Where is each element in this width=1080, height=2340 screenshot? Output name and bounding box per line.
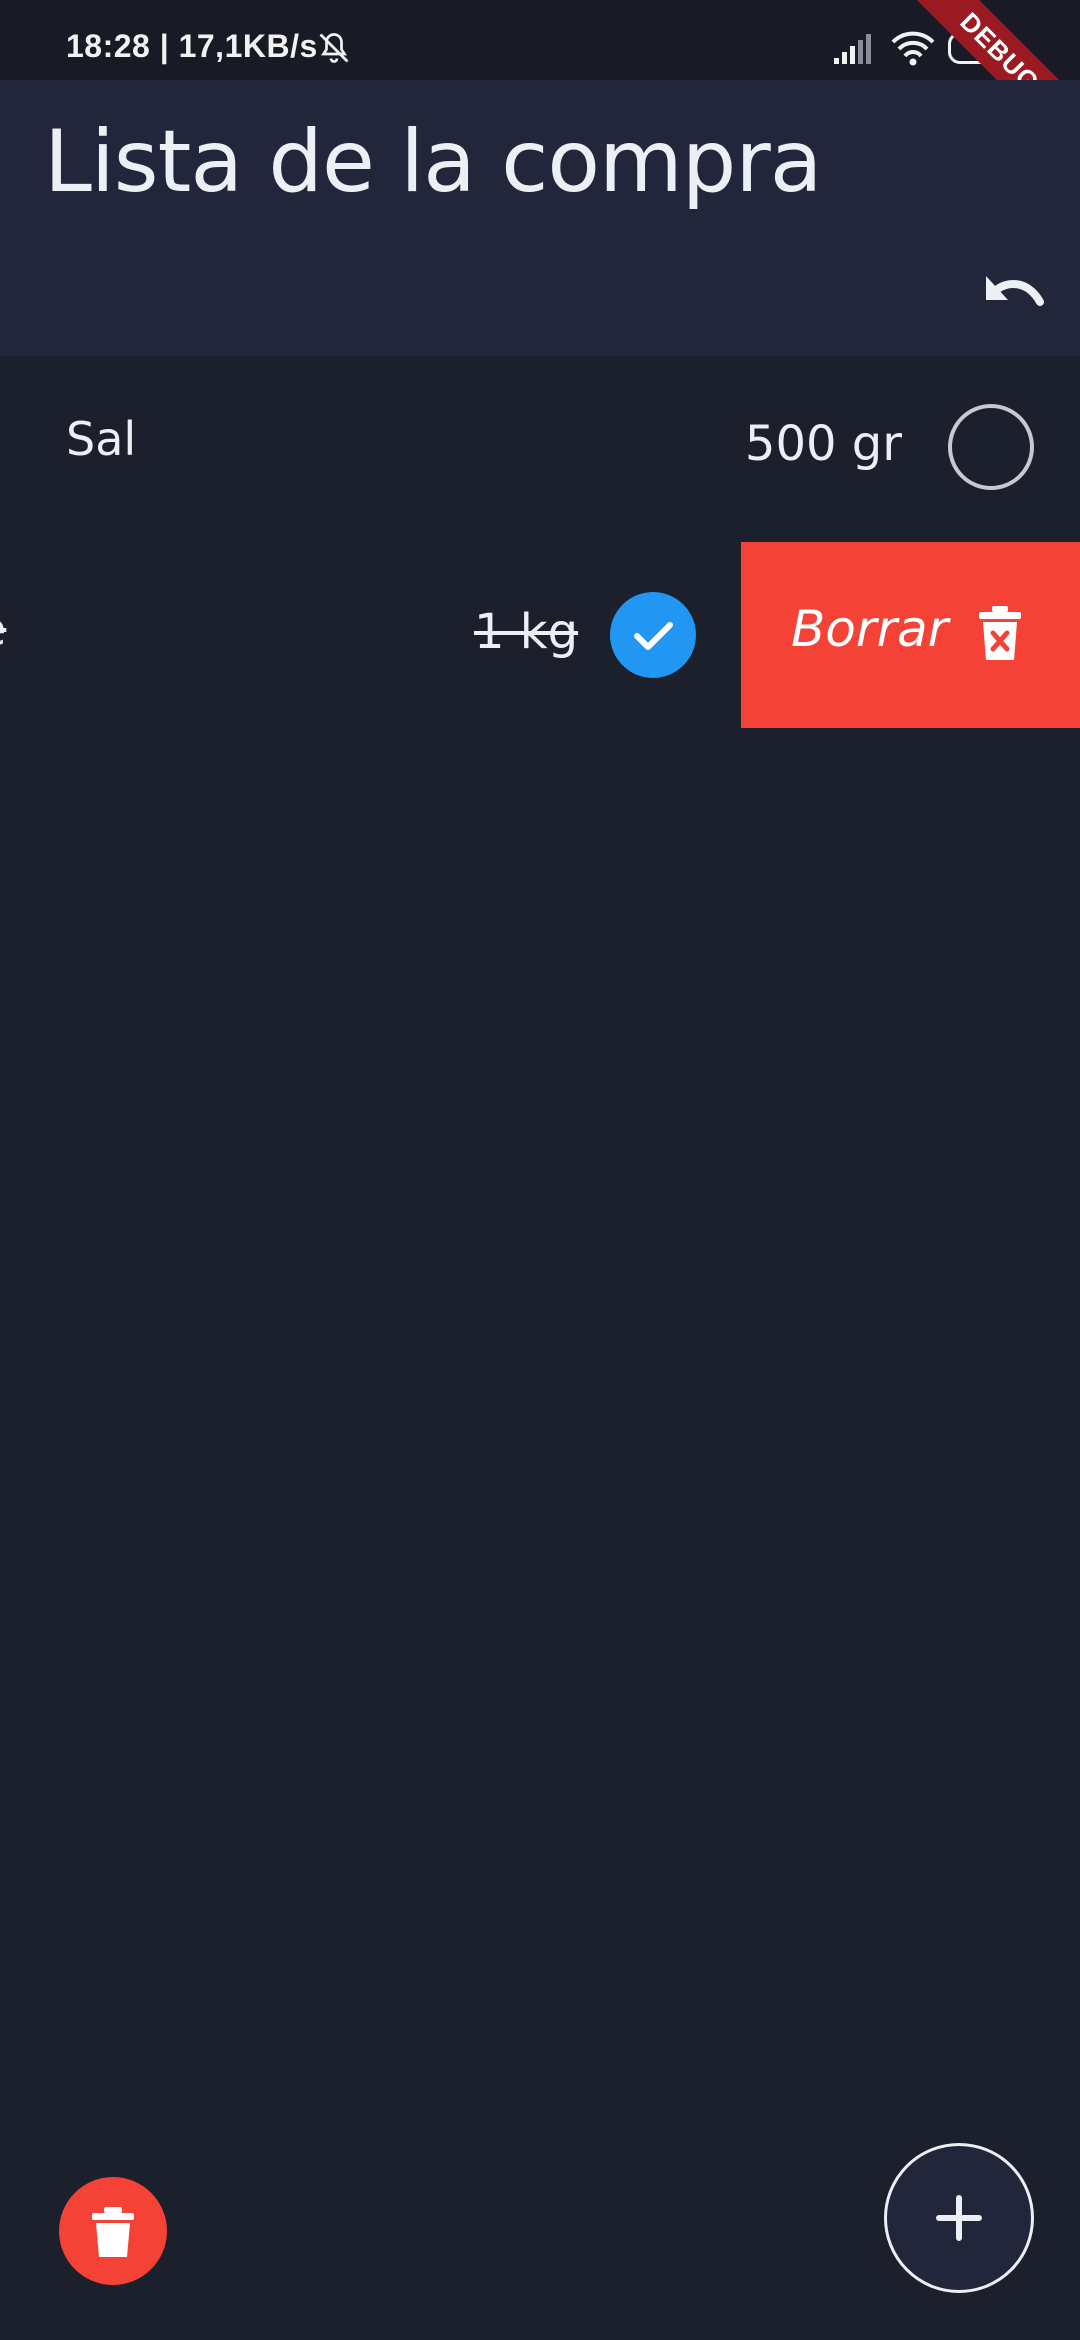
delete-action-label: Borrar bbox=[791, 600, 949, 658]
item-name: Sal bbox=[66, 412, 137, 466]
item-checkbox-unchecked[interactable] bbox=[948, 404, 1034, 490]
check-icon bbox=[634, 622, 673, 650]
undo-button[interactable] bbox=[978, 266, 1048, 326]
add-item-button[interactable] bbox=[884, 2143, 1034, 2293]
list-item[interactable]: Sal 500 gr bbox=[0, 356, 1080, 542]
list-item-swiped[interactable]: e 1 kg Borrar bbox=[0, 542, 1080, 728]
swipe-delete-action[interactable]: Borrar bbox=[741, 542, 1080, 728]
status-time: 18:28 | 17,1KB/s bbox=[66, 28, 318, 64]
trash-x-icon bbox=[977, 606, 1023, 662]
app-bar: Lista de la compra bbox=[0, 80, 1080, 356]
delete-all-button[interactable] bbox=[59, 2177, 167, 2285]
undo-icon bbox=[986, 276, 1044, 306]
page-title: Lista de la compra bbox=[44, 112, 822, 212]
item-quantity: 500 gr bbox=[744, 416, 902, 472]
trash-icon bbox=[92, 2207, 134, 2257]
status-bar: 18:28 | 17,1KB/s 98 DEBUG bbox=[0, 0, 1080, 174]
item-name: e bbox=[0, 602, 6, 656]
item-quantity: 1 kg bbox=[474, 604, 579, 660]
bell-off-icon bbox=[316, 30, 352, 66]
wifi-icon bbox=[890, 28, 936, 68]
item-checkbox-checked[interactable] bbox=[610, 592, 696, 678]
plus-icon bbox=[936, 2195, 982, 2241]
signal-icon bbox=[832, 32, 876, 66]
